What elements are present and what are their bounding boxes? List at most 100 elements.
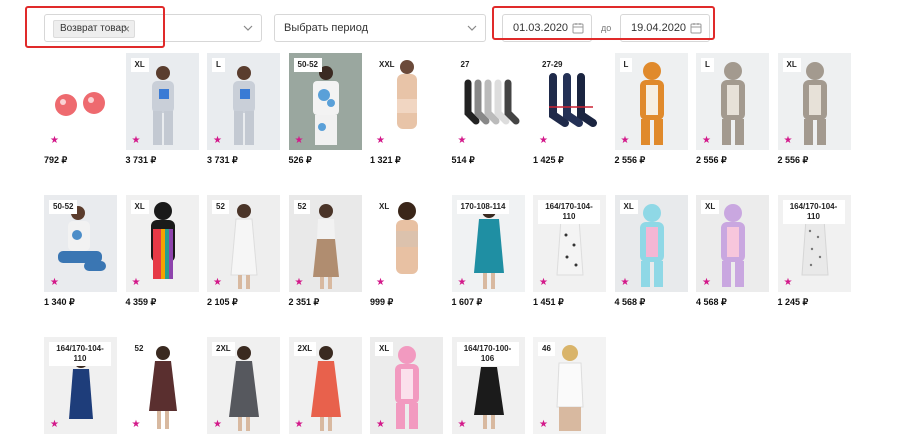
product-card[interactable]: 164/170-104-110 ★ 1 451 ₽ [533,195,606,308]
product-price: 1 607 ₽ [451,297,483,307]
favorite-star-icon[interactable]: ★ [458,136,467,146]
favorite-star-icon[interactable]: ★ [458,420,467,430]
size-badge: XL [130,58,149,72]
product-card[interactable]: XL ★ 4 359 ₽ [125,195,199,308]
product-card[interactable]: L ★ 3 731 ₽ [207,53,280,166]
product-card[interactable]: 164/170-104-110 ★ [44,337,117,434]
product-image[interactable]: XL ★ [125,195,199,292]
favorite-star-icon[interactable]: ★ [621,136,630,146]
favorite-star-icon[interactable]: ★ [132,420,141,430]
product-price: 4 359 ₽ [125,297,157,307]
favorite-star-icon[interactable]: ★ [295,420,304,430]
product-card[interactable]: XL ★ 4 568 ₽ [696,195,769,308]
product-image[interactable]: 164/170-104-110 ★ [777,195,851,292]
product-card[interactable]: 46 ★ [533,337,606,434]
size-badge: XL [375,342,394,356]
favorite-star-icon[interactable]: ★ [295,136,304,146]
favorite-star-icon[interactable]: ★ [702,278,711,288]
product-image[interactable]: ★ [44,53,117,150]
product-image[interactable]: XL ★ [370,195,443,292]
favorite-star-icon[interactable]: ★ [376,136,385,146]
product-image[interactable]: 50-52 ★ [288,53,362,150]
operation-type-select[interactable]: Возврат товар × [44,14,262,42]
date-to-field[interactable]: 19.04.2020 [620,14,710,42]
date-separator: до [601,23,612,33]
favorite-star-icon[interactable]: ★ [702,136,711,146]
favorite-star-icon[interactable]: ★ [458,278,467,288]
product-image[interactable]: 164/170-100-106 ★ [451,337,525,434]
favorite-star-icon[interactable]: ★ [784,278,793,288]
product-card[interactable]: 170-108-114 ★ 1 607 ₽ [451,195,525,308]
product-card[interactable]: L ★ 2 556 ₽ [696,53,769,166]
product-card[interactable]: 52 ★ 2 351 ₽ [288,195,362,308]
product-image[interactable]: XXL ★ [370,53,443,150]
favorite-star-icon[interactable]: ★ [376,278,385,288]
product-card[interactable]: 164/170-104-110 ★ 1 245 ₽ [777,195,851,308]
product-card[interactable]: L ★ 2 556 ₽ [614,53,688,166]
calendar-icon[interactable] [690,22,702,34]
product-image[interactable]: L ★ [207,53,280,150]
product-price: 1 340 ₽ [44,297,75,307]
product-card[interactable]: 2XL ★ [207,337,280,434]
product-image[interactable]: XL ★ [614,195,688,292]
calendar-icon[interactable] [572,22,584,34]
favorite-star-icon[interactable]: ★ [132,136,141,146]
product-card[interactable]: 52 ★ 2 105 ₽ [207,195,280,308]
product-image[interactable]: 27 ★ [451,53,525,150]
favorite-star-icon[interactable]: ★ [539,278,548,288]
product-card[interactable]: XL ★ [370,337,443,434]
product-image[interactable]: 2XL ★ [288,337,362,434]
product-card[interactable]: 27-29 ★ 1 425 ₽ [533,53,606,166]
favorite-star-icon[interactable]: ★ [621,278,630,288]
product-price: 792 ₽ [44,155,68,165]
product-image[interactable]: L ★ [696,53,769,150]
product-card[interactable]: XL ★ 999 ₽ [370,195,443,308]
favorite-star-icon[interactable]: ★ [213,420,222,430]
remove-chip-icon[interactable]: × [123,22,130,36]
product-card[interactable]: XXL ★ 1 321 ₽ [370,53,443,166]
favorite-star-icon[interactable]: ★ [376,420,385,430]
favorite-star-icon[interactable]: ★ [213,278,222,288]
favorite-star-icon[interactable]: ★ [295,278,304,288]
product-image[interactable]: 164/170-104-110 ★ [44,337,117,434]
product-image[interactable]: 2XL ★ [207,337,280,434]
product-card[interactable]: 27 ★ 514 ₽ [451,53,525,166]
favorite-star-icon[interactable]: ★ [539,136,548,146]
product-image[interactable]: 50-52 ★ [44,195,117,292]
product-price: 1 321 ₽ [370,155,401,165]
favorite-star-icon[interactable]: ★ [539,420,548,430]
product-card[interactable]: 164/170-100-106 ★ [451,337,525,434]
product-image[interactable]: L ★ [614,53,688,150]
product-image[interactable]: 52 ★ [288,195,362,292]
product-image[interactable]: 52 ★ [207,195,280,292]
period-select[interactable]: Выбрать период [274,14,486,42]
chevron-down-icon[interactable] [243,23,253,33]
product-image[interactable]: XL ★ [370,337,443,434]
product-card[interactable]: ★ 792 ₽ [44,53,117,166]
favorite-star-icon[interactable]: ★ [213,136,222,146]
product-image[interactable]: 170-108-114 ★ [451,195,525,292]
product-image[interactable]: 27-29 ★ [533,53,606,150]
product-image[interactable]: XL ★ [696,195,769,292]
favorite-star-icon[interactable]: ★ [784,136,793,146]
product-price: 514 ₽ [451,155,475,165]
chevron-down-icon[interactable] [467,23,477,33]
product-card[interactable]: XL ★ 4 568 ₽ [614,195,688,308]
product-image[interactable]: XL ★ [777,53,851,150]
product-card[interactable]: XL ★ 3 731 ₽ [125,53,199,166]
product-image[interactable]: 52 ★ [125,337,199,434]
favorite-star-icon[interactable]: ★ [50,136,59,146]
favorite-star-icon[interactable]: ★ [50,420,59,430]
product-card[interactable]: 2XL ★ [288,337,362,434]
favorite-star-icon[interactable]: ★ [50,278,59,288]
product-image[interactable]: 164/170-104-110 ★ [533,195,606,292]
product-card[interactable]: XL ★ 2 556 ₽ [777,53,851,166]
product-card[interactable]: 50-52 ★ 1 340 ₽ [44,195,117,308]
product-image[interactable]: 46 ★ [533,337,606,434]
product-price: 2 556 ₽ [614,155,646,165]
product-card[interactable]: 52 ★ [125,337,199,434]
product-image[interactable]: XL ★ [125,53,199,150]
date-from-field[interactable]: 01.03.2020 [502,14,592,42]
favorite-star-icon[interactable]: ★ [132,278,141,288]
product-card[interactable]: 50-52 ★ 526 ₽ [288,53,362,166]
